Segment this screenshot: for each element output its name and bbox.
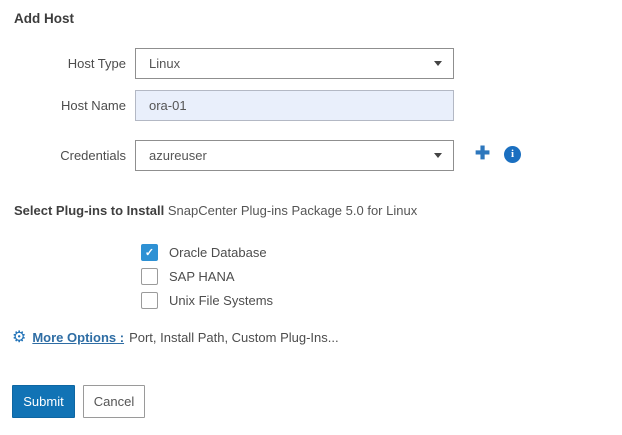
credentials-value: azureuser bbox=[149, 148, 207, 163]
more-options-row: ⚙ More Options : Port, Install Path, Cus… bbox=[12, 327, 339, 347]
add-credential-plus-icon[interactable]: ✚ bbox=[475, 144, 490, 162]
credentials-info-icon[interactable]: i bbox=[504, 146, 521, 163]
plugin-label: SAP HANA bbox=[169, 269, 235, 284]
cancel-button[interactable]: Cancel bbox=[83, 385, 145, 418]
page-title: Add Host bbox=[14, 11, 74, 26]
plugin-label: Oracle Database bbox=[169, 245, 267, 260]
host-type-select[interactable]: Linux bbox=[135, 48, 454, 79]
host-type-value: Linux bbox=[149, 56, 180, 71]
plugin-label: Unix File Systems bbox=[169, 293, 273, 308]
plugins-heading-label: Select Plug-ins to Install bbox=[14, 203, 164, 218]
chevron-down-icon bbox=[434, 153, 442, 158]
sap-hana-checkbox[interactable]: ✓ bbox=[141, 268, 158, 285]
add-host-panel: Add Host Host Type Linux Host Name Crede… bbox=[0, 0, 622, 435]
credentials-select[interactable]: azureuser bbox=[135, 140, 454, 171]
plugins-section-heading: Select Plug-ins to Install SnapCenter Pl… bbox=[14, 203, 417, 218]
oracle-database-checkbox[interactable]: ✓ bbox=[141, 244, 158, 261]
unix-file-systems-checkbox[interactable]: ✓ bbox=[141, 292, 158, 309]
plugin-row-sap-hana[interactable]: ✓ SAP HANA bbox=[141, 268, 235, 285]
credentials-label: Credentials bbox=[0, 148, 135, 163]
form-row-credentials: Credentials azureuser bbox=[0, 140, 454, 171]
host-type-label: Host Type bbox=[0, 56, 135, 71]
submit-button[interactable]: Submit bbox=[12, 385, 75, 418]
plugin-row-unix-file-systems[interactable]: ✓ Unix File Systems bbox=[141, 292, 273, 309]
plugin-row-oracle-database[interactable]: ✓ Oracle Database bbox=[141, 244, 267, 261]
more-options-details: Port, Install Path, Custom Plug-Ins... bbox=[129, 330, 339, 345]
host-name-label: Host Name bbox=[0, 98, 135, 113]
form-row-host-name: Host Name bbox=[0, 90, 454, 121]
plugins-package-label: SnapCenter Plug-ins Package 5.0 for Linu… bbox=[168, 203, 417, 218]
gear-icon[interactable]: ⚙ bbox=[12, 327, 26, 347]
host-name-input[interactable] bbox=[135, 90, 454, 121]
chevron-down-icon bbox=[434, 61, 442, 66]
form-row-host-type: Host Type Linux bbox=[0, 48, 454, 79]
more-options-link[interactable]: More Options : bbox=[32, 330, 124, 345]
